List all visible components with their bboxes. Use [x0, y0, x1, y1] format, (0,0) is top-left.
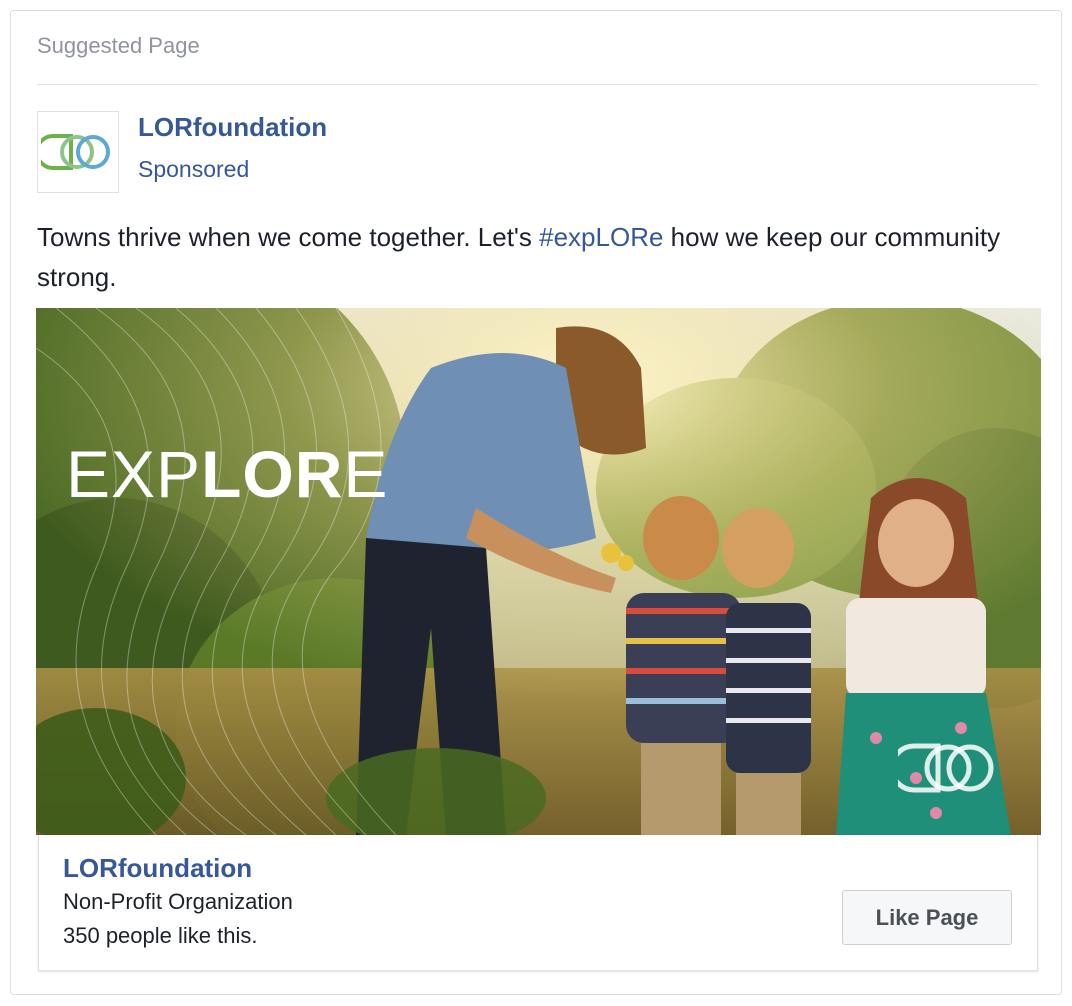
- page-info-footer: LORfoundation Non-Profit Organization 35…: [38, 835, 1038, 971]
- explore-overlay-text: EXPLORE: [66, 436, 388, 512]
- lor-watermark-icon: [898, 743, 994, 793]
- ad-photo-illustration: [36, 308, 1041, 835]
- lor-logo-icon: [41, 134, 110, 170]
- overlay-text-exp: EXP: [66, 437, 202, 511]
- page-category: Non-Profit Organization: [63, 889, 293, 914]
- post-text-before: Towns thrive when we come together. Let'…: [37, 222, 540, 252]
- suggested-page-card: Suggested Page LORfoundation Sponsored T…: [10, 10, 1062, 995]
- page-avatar[interactable]: [37, 111, 119, 193]
- header-divider: [37, 84, 1038, 85]
- page-name-link[interactable]: LORfoundation: [138, 112, 327, 143]
- page-like-count: 350 people like this.: [63, 923, 258, 948]
- post-text: Towns thrive when we come together. Let'…: [37, 217, 1027, 297]
- footer-page-name-link[interactable]: LORfoundation: [63, 853, 252, 884]
- hashtag-link[interactable]: #expLORe: [539, 222, 663, 252]
- overlay-text-e: E: [343, 437, 389, 511]
- overlay-text-lor: LOR: [201, 437, 344, 511]
- ad-image[interactable]: EXPLORE: [36, 308, 1041, 835]
- sponsored-link[interactable]: Sponsored: [138, 156, 249, 183]
- card-header-label: Suggested Page: [37, 33, 200, 58]
- like-page-button[interactable]: Like Page: [842, 890, 1012, 945]
